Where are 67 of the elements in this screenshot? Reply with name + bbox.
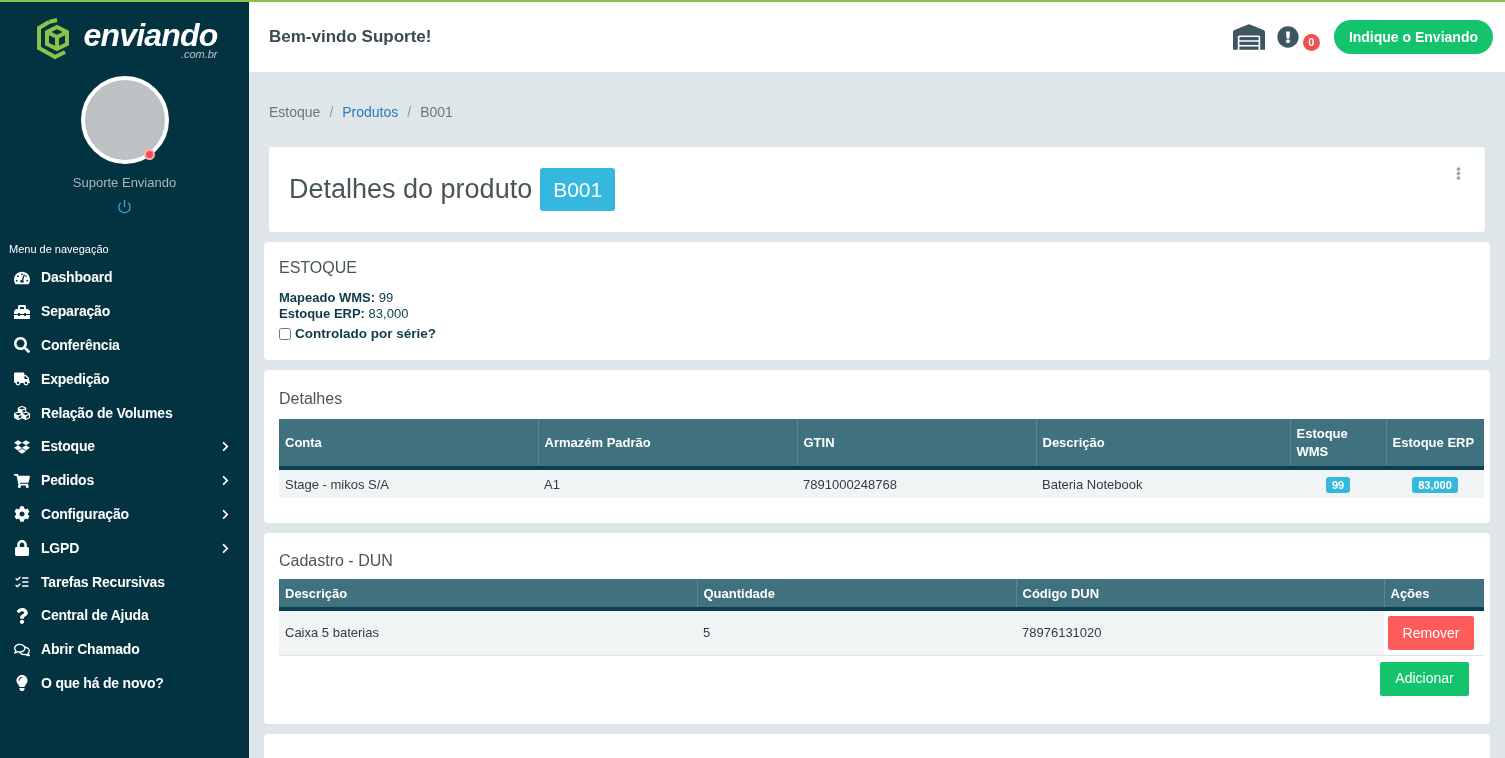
- count-badge: 83,000: [1412, 476, 1458, 493]
- table-cell: Stage - mikos S/A: [279, 468, 538, 499]
- column-header: Conta: [279, 419, 538, 469]
- column-header: Código DUN: [1016, 579, 1384, 610]
- nav-heading: Menu de navegação: [8, 241, 110, 257]
- table-cell: 5: [697, 609, 1016, 656]
- column-header: GTIN: [797, 419, 1036, 469]
- nav-item[interactable]: Separação: [0, 294, 249, 329]
- breadcrumb-link[interactable]: Produtos: [342, 102, 399, 123]
- notification-badge: 0: [1302, 33, 1320, 51]
- breadcrumb-separator: /: [407, 103, 412, 122]
- table-cell: A1: [538, 468, 797, 499]
- search-icon: [11, 337, 33, 354]
- cart-icon: [11, 472, 33, 489]
- nav-item[interactable]: O que há de novo?: [0, 666, 249, 701]
- nav-item[interactable]: LGPD: [0, 531, 249, 566]
- nav-item[interactable]: Pedidos: [0, 463, 249, 498]
- nav-item[interactable]: Configuração: [0, 497, 249, 532]
- breadcrumb-item: B001: [420, 103, 453, 122]
- product-code-badge: B001: [540, 167, 616, 212]
- alert-icon[interactable]: [1276, 26, 1299, 48]
- logo-domain: .com.br: [180, 48, 218, 60]
- toolbox-icon: [11, 303, 33, 320]
- card-title: Cadastro - DUN: [279, 551, 394, 572]
- logo-wordmark: enviando: [83, 18, 218, 51]
- stock-field: Mapeado WMS: 99: [279, 290, 1475, 306]
- chat-icon: [11, 641, 33, 658]
- nav-item[interactable]: Tarefas Recursivas: [0, 565, 249, 599]
- nav-item[interactable]: Abrir Chamado: [0, 632, 249, 667]
- breadcrumb-item: Estoque: [269, 103, 321, 122]
- nav-item[interactable]: Expedição: [0, 362, 249, 397]
- column-header: Estoque ERP: [1386, 419, 1484, 469]
- greeting: Bem-vindo Suporte!: [269, 26, 433, 49]
- table-cell: 7891000248768: [797, 468, 1036, 499]
- column-header: Descrição: [279, 579, 697, 610]
- stock-field: Estoque ERP: 83,000: [279, 306, 1475, 322]
- chevron-icon: [220, 475, 231, 487]
- table-cell: Caixa 5 baterias: [279, 609, 697, 656]
- warehouse-icon[interactable]: [1232, 21, 1265, 53]
- breadcrumb-separator: /: [329, 103, 334, 122]
- column-header: Descrição: [1036, 419, 1290, 469]
- nav-item[interactable]: Dashboard: [0, 261, 249, 295]
- chevron-icon: [220, 542, 231, 554]
- checkbox-label: Controlado por série?: [295, 325, 436, 343]
- column-header: Quantidade: [697, 579, 1016, 610]
- column-header: Ações: [1384, 579, 1484, 610]
- table-cell: Bateria Notebook: [1036, 468, 1290, 499]
- card-title: ESTOQUE: [279, 258, 358, 278]
- cubes-icon: [11, 405, 33, 422]
- truck-icon: [11, 371, 33, 388]
- chevron-icon: [220, 441, 231, 453]
- nav-item[interactable]: Relação de Volumes: [0, 396, 249, 430]
- nav-item[interactable]: Conferência: [0, 328, 249, 363]
- page-title: Detalhes do produto: [289, 173, 533, 207]
- column-header: Estoque WMS: [1290, 419, 1386, 469]
- column-header: Armazém Padrão: [538, 419, 797, 469]
- nav-item[interactable]: Estoque: [0, 430, 249, 464]
- checkbox[interactable]: [279, 328, 291, 341]
- nav-item[interactable]: Central de Ajuda: [0, 598, 249, 633]
- power-icon[interactable]: [117, 198, 132, 214]
- chevron-icon: [220, 508, 231, 520]
- boxes-icon: [11, 438, 33, 455]
- gauge-icon: [11, 269, 33, 286]
- user-name: Suporte Enviando: [72, 174, 177, 192]
- table-cell: 78976131020: [1016, 609, 1384, 656]
- count-badge: 99: [1325, 476, 1351, 493]
- card-title: Detalhes: [279, 389, 344, 410]
